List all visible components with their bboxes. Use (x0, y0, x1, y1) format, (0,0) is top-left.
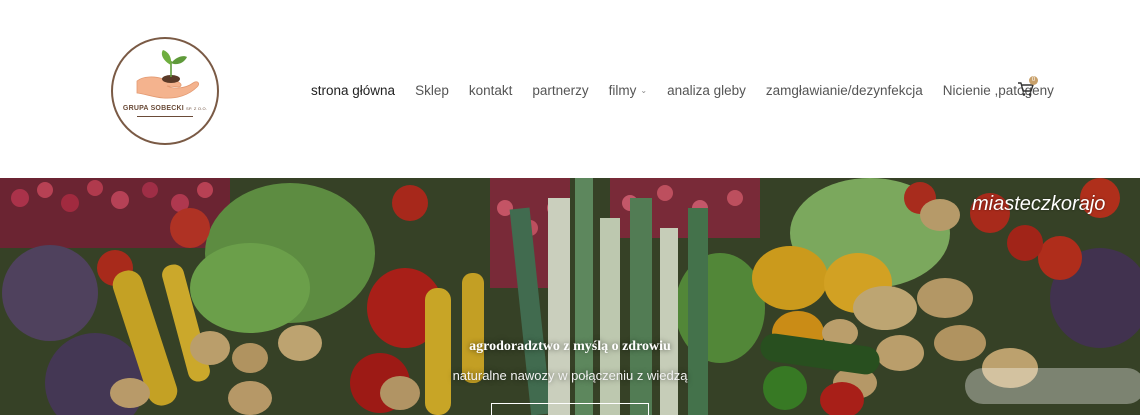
logo-text: GRUPA SOBECKI SP. Z O.O. (113, 105, 217, 112)
logo-suffix-text: SP. Z O.O. (186, 106, 208, 111)
nav-item-home[interactable]: strona główna (311, 83, 395, 98)
watermark-badge (965, 368, 1140, 404)
nav-item-shop[interactable]: Sklep (415, 83, 449, 98)
nav-item-films-label: filmy (608, 82, 637, 98)
hand-sprout-icon (136, 50, 200, 117)
chevron-down-icon: ⌄ (640, 85, 648, 95)
cart-count-badge: 0 (1029, 76, 1038, 85)
site-logo[interactable]: GRUPA SOBECKI SP. Z O.O. (111, 37, 219, 145)
watermark-text: miasteczkorajo (972, 193, 1106, 215)
nav-item-films[interactable]: filmy ⌄ (609, 83, 647, 98)
nav-item-contact[interactable]: kontakt (469, 83, 513, 98)
nav-item-partners[interactable]: partnerzy (532, 83, 588, 98)
hero-banner: agrodoradztwo z myślą o zdrowiu naturaln… (0, 178, 1140, 415)
cart-button[interactable]: 0 (1017, 76, 1038, 100)
nav-item-nematodes[interactable]: Nicienie ,patogeny (943, 83, 1054, 98)
site-header: GRUPA SOBECKI SP. Z O.O. strona główna S… (0, 0, 1140, 178)
nav-item-soil-analysis[interactable]: analiza gleby (667, 83, 746, 98)
hero-cta-button[interactable] (491, 403, 649, 415)
logo-brand-text: GRUPA SOBECKI (122, 105, 184, 112)
main-navigation: strona główna Sklep kontakt partnerzy fi… (311, 81, 1074, 99)
nav-item-fogging[interactable]: zamgławianie/dezynfekcja (766, 83, 923, 98)
hero-title: agrodoradztwo z myślą o zdrowiu (469, 339, 671, 354)
